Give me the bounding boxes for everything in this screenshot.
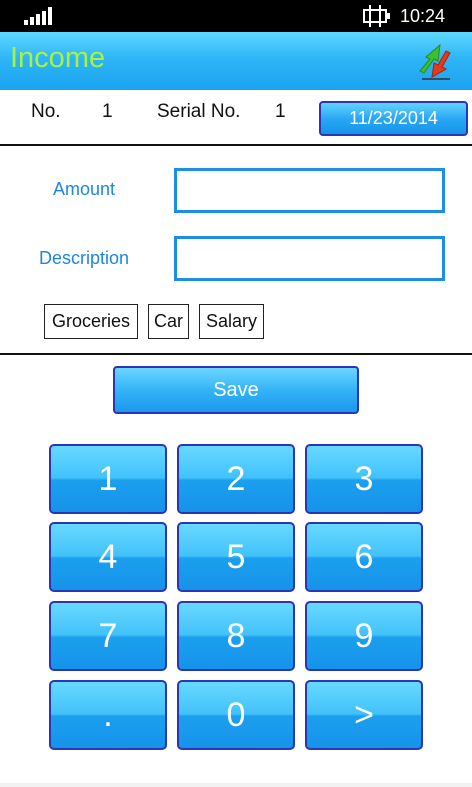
- record-info-row: No. 1 Serial No. 1 11/23/2014: [0, 92, 472, 144]
- keypad-key-7[interactable]: 7: [49, 601, 167, 671]
- tag-car-button[interactable]: Car: [148, 304, 189, 339]
- battery-charging-icon: [363, 5, 390, 27]
- status-bar: 10:24: [0, 0, 472, 32]
- save-button[interactable]: Save: [113, 366, 359, 414]
- keypad-key-1[interactable]: 1: [49, 444, 167, 514]
- keypad-key-next[interactable]: >: [305, 680, 423, 750]
- bottom-edge: [0, 783, 472, 787]
- divider: [0, 144, 472, 146]
- description-label: Description: [39, 248, 130, 268]
- keypad-key-2[interactable]: 2: [177, 444, 295, 514]
- number-label: No.: [31, 101, 61, 122]
- keypad-key-3[interactable]: 3: [305, 444, 423, 514]
- keypad-key-6[interactable]: 6: [305, 522, 423, 592]
- keypad-key-8[interactable]: 8: [177, 601, 295, 671]
- description-input[interactable]: [174, 236, 445, 281]
- amount-label: Amount: [53, 179, 116, 199]
- clock: 10:24: [400, 6, 446, 26]
- serial-number-label: Serial No.: [157, 101, 241, 122]
- amount-input[interactable]: [174, 168, 445, 213]
- swap-arrows-icon[interactable]: [416, 41, 454, 81]
- serial-number-value: 1: [275, 101, 286, 122]
- date-button[interactable]: 11/23/2014: [319, 101, 468, 136]
- number-value: 1: [102, 101, 113, 122]
- tag-groceries-button[interactable]: Groceries: [44, 304, 138, 339]
- keypad-key-9[interactable]: 9: [305, 601, 423, 671]
- divider: [0, 353, 472, 355]
- tag-salary-button[interactable]: Salary: [199, 304, 264, 339]
- app-header: Income: [0, 32, 472, 90]
- keypad-key-0[interactable]: 0: [177, 680, 295, 750]
- signal-strength-icon: [24, 7, 54, 25]
- keypad-key-decimal[interactable]: .: [49, 680, 167, 750]
- keypad-key-5[interactable]: 5: [177, 522, 295, 592]
- page-title: Income: [10, 42, 106, 74]
- keypad-key-4[interactable]: 4: [49, 522, 167, 592]
